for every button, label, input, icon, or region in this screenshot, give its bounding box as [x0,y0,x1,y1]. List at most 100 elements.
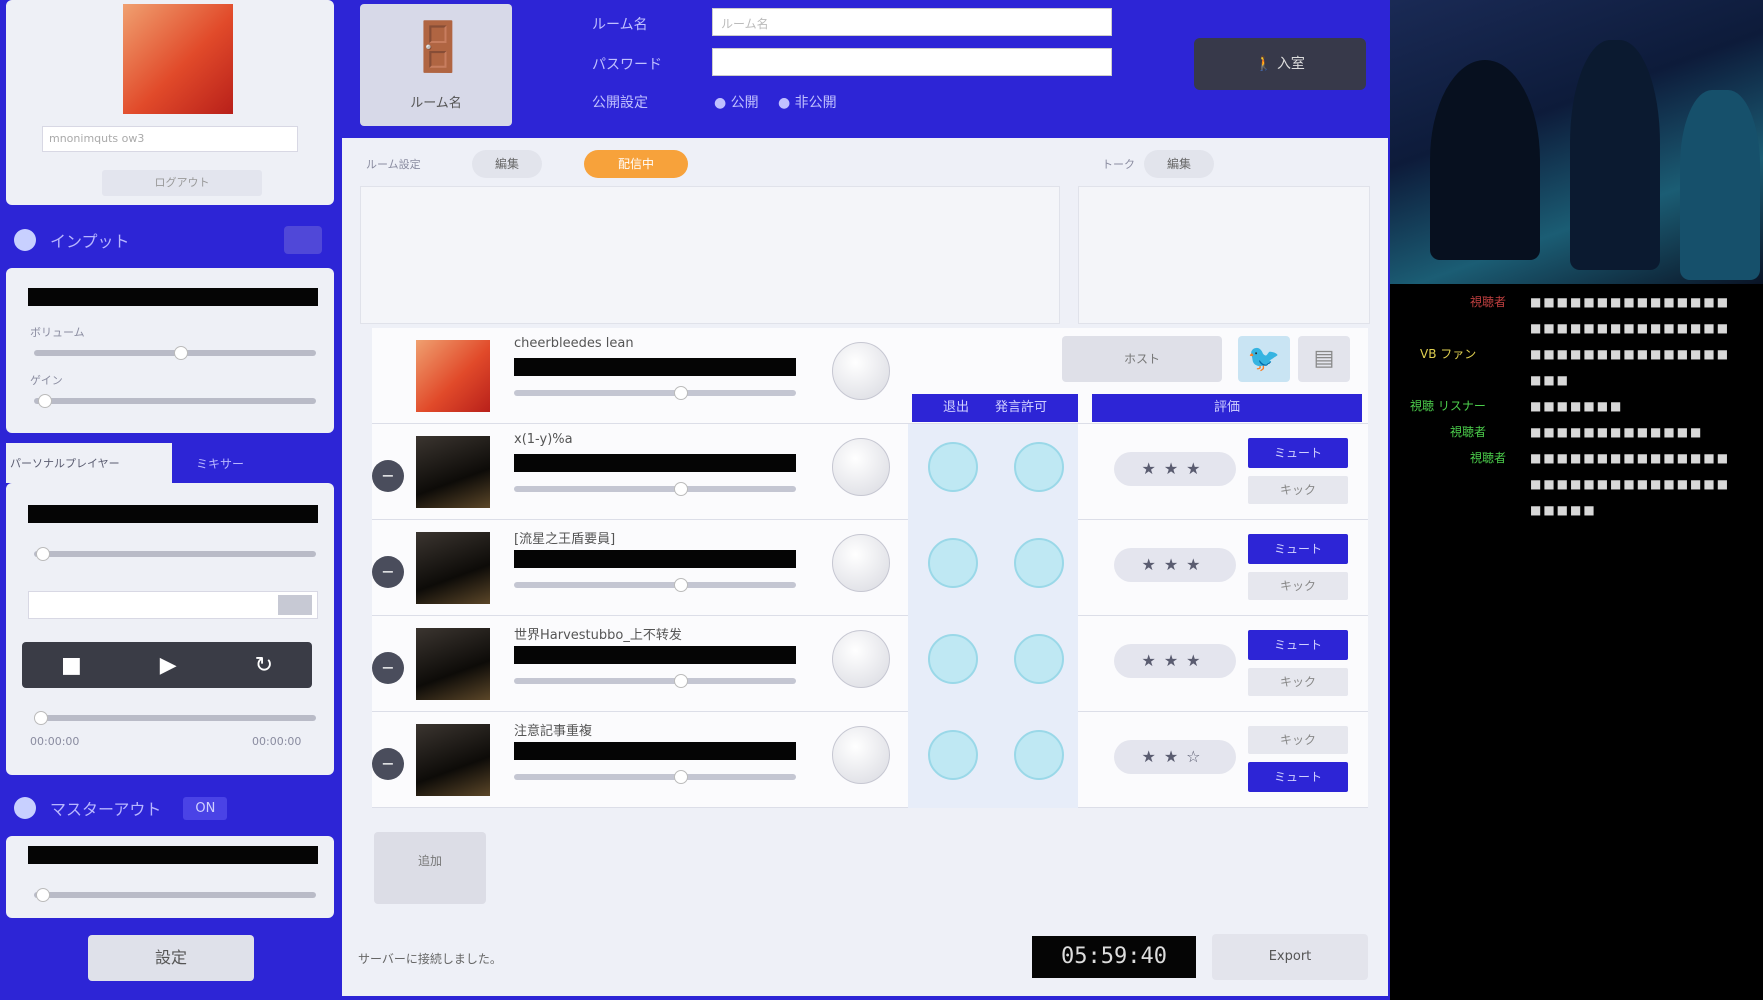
rating-stars[interactable]: ★★★ [1114,548,1236,582]
input-panel: ボリューム ゲイン [6,268,334,433]
rating-stars[interactable]: ★★★ [1114,452,1236,486]
twitter-icon[interactable]: 🐦 [1238,336,1290,382]
room-text-boxes [360,186,1370,324]
participant-level-meter [514,454,796,472]
kick-button[interactable]: キック [1248,668,1348,696]
room-description-box[interactable] [360,186,1060,324]
volume-knob[interactable] [674,578,688,592]
col-head-leave: 退出 [942,400,969,415]
participant-volume-slider[interactable] [514,578,796,592]
participant-volume-slider[interactable] [514,386,796,400]
smile-icon[interactable] [928,730,978,780]
app-root: mnonimquts ow3 ログアウト インプット ボリューム ゲイン パーソ… [0,0,1763,1000]
mute-button[interactable]: ミュート [1248,630,1348,660]
mic-toggle-icon[interactable] [284,226,322,254]
document-icon[interactable]: ▤ [1298,336,1350,382]
master-section-title: マスターアウト [50,800,162,819]
session-timer: 05:59:40 [1032,936,1196,978]
participant-pan-dial[interactable] [832,534,890,592]
smile-icon[interactable] [1014,634,1064,684]
remove-participant-icon[interactable]: − [372,460,404,492]
repeat-icon[interactable]: ↻ [255,653,273,678]
volume-slider[interactable] [34,346,316,360]
room-edit-button[interactable]: 編集 [472,150,542,178]
master-slider[interactable] [34,888,316,902]
enter-room-button[interactable]: 🚶 入室 [1194,38,1366,90]
remove-participant-icon[interactable]: − [372,748,404,780]
smile-icon[interactable] [1014,730,1064,780]
smile-icon[interactable] [928,538,978,588]
col-head-permission: 退出 発言許可 [912,394,1078,422]
volume-knob[interactable] [674,482,688,496]
volume-knob[interactable] [674,770,688,784]
mute-button[interactable]: ミュート [1248,762,1348,792]
participant-pan-dial[interactable] [832,342,890,400]
kick-button[interactable]: キック [1248,726,1348,754]
settings-button[interactable]: 設定 [88,935,254,981]
seek-slider[interactable] [34,711,316,725]
time-end: 00:00:00 [252,735,302,748]
smile-icon[interactable] [1014,442,1064,492]
participant-volume-slider[interactable] [514,674,796,688]
radio-private[interactable]: ● 非公開 [778,92,837,112]
player-volume-slider[interactable] [34,547,316,561]
stop-icon[interactable]: ■ [61,653,82,678]
password-input[interactable] [712,48,1112,76]
live-status-chip[interactable]: 配信中 [584,150,688,178]
video-preview[interactable] [1390,0,1763,284]
col-head-rating: 評価 [1092,394,1362,422]
master-knob[interactable] [36,888,50,902]
room-icon-button[interactable]: 🚪 ルーム名 [360,4,512,126]
gain-label: ゲイン [30,374,63,387]
rating-stars[interactable]: ★★★ [1114,644,1236,678]
radio-public[interactable]: ● 公開 [714,92,759,112]
remove-participant-icon[interactable]: − [372,652,404,684]
host-button[interactable]: ホスト [1062,336,1222,382]
participant-volume-slider[interactable] [514,482,796,496]
mute-button[interactable]: ミュート [1248,438,1348,468]
gain-slider[interactable] [34,394,316,408]
smile-icon[interactable] [928,634,978,684]
kick-button[interactable]: キック [1248,572,1348,600]
chat-user: 視聴者 [1450,425,1487,439]
kick-button[interactable]: キック [1248,476,1348,504]
participant-volume-slider[interactable] [514,770,796,784]
participant-pan-dial[interactable] [832,630,890,688]
logout-button[interactable]: ログアウト [102,170,262,196]
volume-knob[interactable] [174,346,188,360]
export-button[interactable]: Export [1212,934,1368,980]
remove-participant-icon[interactable]: − [372,556,404,588]
avatar[interactable] [123,4,233,114]
talk-box[interactable] [1078,186,1370,324]
volume-knob[interactable] [674,674,688,688]
seek-knob[interactable] [34,711,48,725]
password-label: パスワード [592,57,662,73]
input-section-title: インプット [50,232,130,251]
participant-level-meter [514,358,796,376]
tab-mixer[interactable]: ミキサー [172,443,334,483]
tab-personal-player[interactable]: パーソナルプレイヤー [6,443,172,483]
room-name-label: ルーム名 [592,17,648,33]
chat-message: ■■■■■■■■■■■■■ [1530,425,1704,439]
player-volume-knob[interactable] [36,547,50,561]
volume-knob[interactable] [674,386,688,400]
room-filter-row: ルーム設定 編集 配信中 トーク 編集 [360,146,1370,180]
chat-message: ■■■ [1530,373,1571,387]
smile-icon[interactable] [1014,538,1064,588]
gain-knob[interactable] [38,394,52,408]
talk-edit-button[interactable]: 編集 [1144,150,1214,178]
browse-button[interactable] [278,595,312,615]
smile-icon[interactable] [928,442,978,492]
room-name-input[interactable]: ルーム名 [712,8,1112,36]
master-toggle-button[interactable]: ON [183,796,228,820]
username-field[interactable]: mnonimquts ow3 [42,126,298,152]
enter-room-label: 入室 [1276,56,1305,72]
rating-stars[interactable]: ★★☆ [1114,740,1236,774]
participant-pan-dial[interactable] [832,438,890,496]
add-participant-button[interactable]: 追加 [374,832,486,904]
track-file-field[interactable] [28,591,318,619]
chat-message: ■■■■■■■■■■■■■■■ [1530,295,1731,309]
play-icon[interactable]: ▶ [160,653,177,678]
participant-pan-dial[interactable] [832,726,890,784]
mute-button[interactable]: ミュート [1248,534,1348,564]
